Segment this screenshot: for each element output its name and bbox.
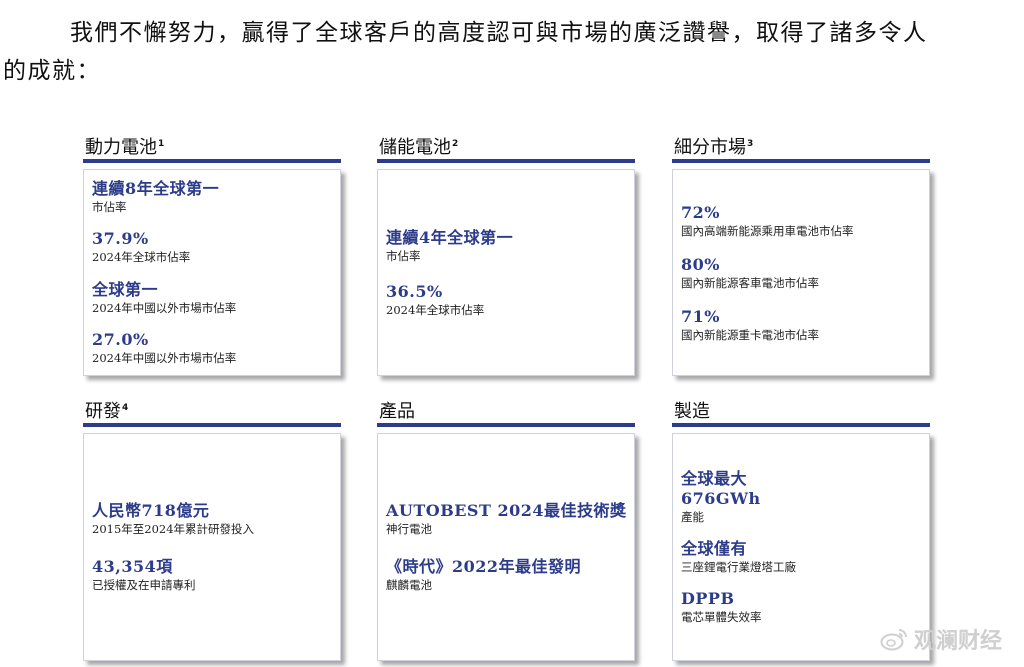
card-title: 動力電池1 [83, 132, 341, 158]
card-title: 儲能電池2 [377, 132, 635, 158]
stat-item: 80% 國內新能源客車電池市佔率 [681, 255, 923, 291]
card-products: 產品 AUTOBEST 2024最佳技術獎神行電池 《時代》2022年最佳發明麒… [377, 396, 635, 661]
title-rule [83, 159, 341, 163]
stat-value-secondary: 676GWh [681, 489, 761, 508]
title-rule [377, 159, 635, 163]
stats-box: AUTOBEST 2024最佳技術獎神行電池 《時代》2022年最佳發明麒麟電池 [377, 433, 635, 661]
stat-item: 71% 國內新能源重卡電池市佔率 [681, 307, 923, 343]
stat-value: 全球最大 [681, 469, 748, 488]
footnote-marker: 2 [452, 139, 459, 149]
stats-box: 連續4年全球第一 市佔率 36.5% 2024年全球市佔率 [377, 169, 635, 376]
card-title-text: 細分市場 [674, 137, 746, 158]
title-rule [672, 159, 930, 163]
stat-label: 市佔率 [92, 200, 127, 215]
card-title-text: 研發 [85, 401, 121, 422]
stats-box: 連續8年全球第一 市佔率 37.9% 2024年全球市佔率 全球第一 2024年中國以… [83, 169, 341, 376]
card-title-text: 產品 [379, 401, 415, 422]
stat-item: 連續8年全球第一 市佔率 [92, 179, 334, 215]
footnote-marker: 4 [122, 403, 129, 413]
card-rnd: 研發4 人民幣718億元 2015年至2024年累計研發投入 43,354項已授權… [83, 396, 341, 661]
stat-value: 27.0% [92, 329, 149, 349]
stat-label: 2024年中國以外市場市佔率 [92, 300, 237, 315]
stats-box: 人民幣718億元 2015年至2024年累計研發投入 43,354項已授權及在申請… [83, 433, 341, 661]
stats-box: 72% 國內高端新能源乘用車電池市佔率 80% 國內新能源客車電池市佔率 71% 國內… [672, 169, 930, 376]
card-segment-market: 細分市場3 72% 國內高端新能源乘用車電池市佔率 80% 國內新能源客車電池市佔率… [672, 132, 930, 376]
footnote-marker: 3 [747, 139, 754, 149]
stat-value: AUTOBEST 2024最佳技術獎 [386, 501, 627, 520]
stat-value: 36.5% [386, 281, 443, 301]
title-rule [83, 423, 341, 427]
stat-item: 全球僅有三座鋰電行業燈塔工廠 [681, 539, 923, 575]
card-title: 產品 [377, 396, 635, 422]
stat-label: 2015年至2024年累計研發投入 [92, 522, 255, 536]
stat-item: 72% 國內高端新能源乘用車電池市佔率 [681, 203, 923, 239]
stat-value: 連續8年全球第一 [92, 179, 220, 199]
stat-value: DPPB [681, 589, 735, 608]
intro-line-1: 我們不懈努力，贏得了全球客戶的高度認可與市場的廣泛讚譽，取得了諸多令人 [70, 20, 928, 46]
stat-item: DPPB 電芯單體失效率 [681, 589, 923, 625]
stat-label: 2024年全球市佔率 [386, 302, 485, 317]
stat-item: 連續4年全球第一 市佔率 [386, 228, 628, 264]
stat-value: 《時代》2022年最佳發明 [386, 557, 582, 576]
stat-value: 72% [681, 202, 720, 222]
card-title-text: 儲能電池 [379, 137, 451, 158]
title-rule [672, 423, 930, 427]
stat-item: 人民幣718億元 2015年至2024年累計研發投入 [92, 501, 334, 537]
stat-label: 三座鋰電行業燈塔工廠 [681, 560, 796, 574]
stat-item: 27.0% 2024年中國以外市場市佔率 [92, 330, 334, 366]
stat-label: 2024年全球市佔率 [92, 250, 191, 265]
card-power-battery: 動力電池1 連續8年全球第一 市佔率 37.9% 2024年全球市佔率 全球第一 20… [83, 132, 341, 376]
stat-value: 80% [681, 254, 720, 274]
stat-label: 電芯單體失效率 [681, 610, 762, 624]
stat-label: 已授權及在申請專利 [92, 578, 196, 592]
stat-label: 神行電池 [386, 522, 432, 536]
card-title-text: 動力電池 [85, 137, 157, 158]
stat-label: 國內高端新能源乘用車電池市佔率 [681, 223, 854, 238]
footnote-marker: 1 [158, 139, 165, 149]
stat-label: 國內新能源重卡電池市佔率 [681, 327, 819, 342]
stat-label: 市佔率 [386, 248, 421, 263]
title-rule [377, 423, 635, 427]
stat-item: 37.9% 2024年全球市佔率 [92, 229, 334, 265]
card-storage-battery: 儲能電池2 連續4年全球第一 市佔率 36.5% 2024年全球市佔率 [377, 132, 635, 376]
stat-label: 產能 [681, 510, 704, 524]
intro-line-2: 矚目的成就： [0, 58, 101, 84]
stat-label: 麒麟電池 [386, 578, 432, 592]
stat-item: 43,354項已授權及在申請專利 [92, 557, 334, 593]
card-title: 研發4 [83, 396, 341, 422]
stat-item: AUTOBEST 2024最佳技術獎神行電池 [386, 501, 628, 537]
stat-value: 人民幣718億元 [92, 501, 210, 520]
card-manufacturing: 製造 全球最大 676GWh 產能 全球僅有三座鋰電行業燈塔工廠 DPPB 電芯單體失… [672, 396, 930, 661]
stat-value: 43,354項 [92, 557, 173, 576]
stat-item: 《時代》2022年最佳發明麒麟電池 [386, 557, 628, 593]
stat-value: 全球僅有 [681, 539, 748, 558]
watermark-text: 观澜财经 [914, 629, 1003, 654]
stat-value: 全球第一 [92, 279, 159, 299]
stat-item: 全球最大 676GWh 產能 [681, 469, 923, 525]
card-title: 製造 [672, 396, 930, 422]
stat-value: 71% [681, 306, 720, 326]
stat-value: 37.9% [92, 229, 149, 249]
stat-label: 2024年中國以外市場市佔率 [92, 350, 237, 365]
stat-label: 國內新能源客車電池市佔率 [681, 275, 819, 290]
stat-item: 全球第一 2024年中國以外市場市佔率 [92, 280, 334, 316]
card-title-text: 製造 [674, 401, 710, 422]
intro-paragraph: 我們不懈努力，贏得了全球客戶的高度認可與市場的廣泛讚譽，取得了諸多令人矚目的成就… [0, 14, 1012, 90]
watermark: 观澜财经 [880, 624, 1002, 654]
stat-item: 36.5% 2024年全球市佔率 [386, 282, 628, 318]
stat-value: 連續4年全球第一 [386, 227, 514, 247]
weibo-icon [880, 627, 908, 651]
card-title: 細分市場3 [672, 132, 930, 158]
